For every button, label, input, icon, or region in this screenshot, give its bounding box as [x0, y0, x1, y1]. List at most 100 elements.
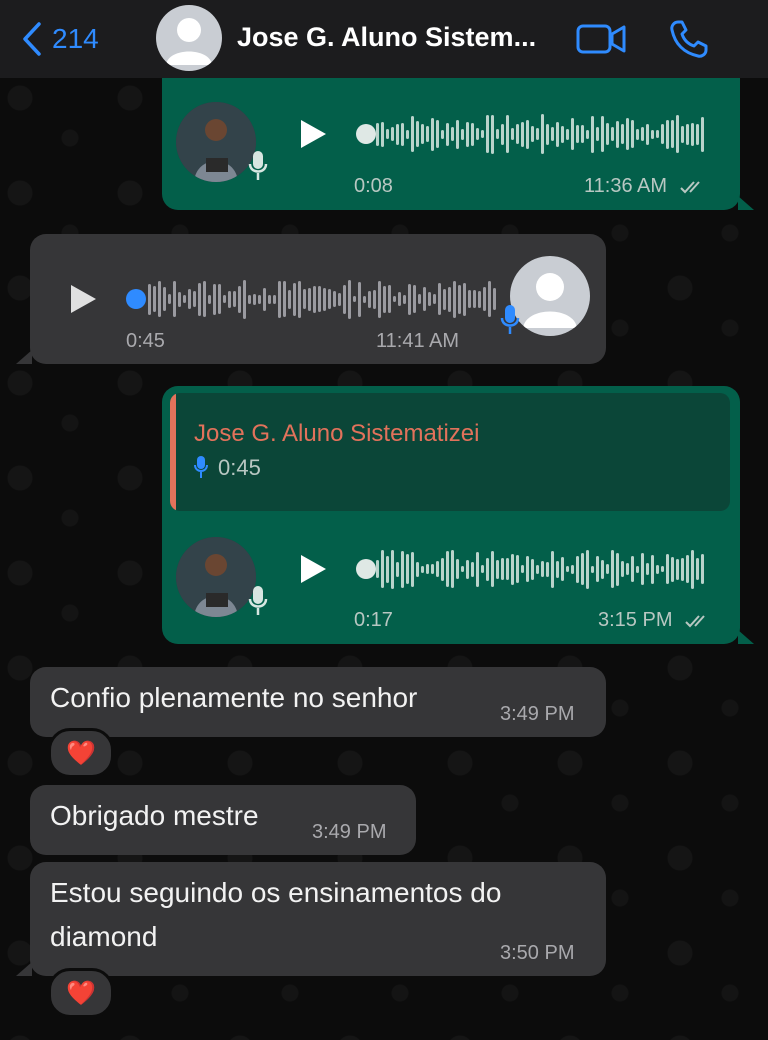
- waveform-bar: [323, 287, 326, 311]
- waveform-bar: [571, 564, 574, 574]
- waveform-bar: [561, 557, 564, 581]
- message-text-line1: Estou seguindo os ensinamentos do: [50, 877, 502, 908]
- mic-icon: [248, 151, 268, 180]
- waveform-bar: [441, 129, 444, 139]
- waveform[interactable]: [376, 112, 704, 156]
- waveform-bar: [491, 551, 494, 587]
- waveform-bar: [456, 119, 459, 149]
- waveform-bar: [403, 294, 406, 304]
- contact-avatar[interactable]: [156, 5, 222, 71]
- bubble-tail: [16, 962, 32, 976]
- waveform-bar: [506, 558, 509, 580]
- waveform-bar: [686, 555, 689, 583]
- voice-duration: 0:08: [354, 175, 393, 197]
- waveform-bar: [173, 281, 176, 317]
- waveform-bar: [666, 119, 669, 149]
- heart-reaction[interactable]: ❤️: [48, 968, 114, 1018]
- waveform-bar: [318, 286, 321, 312]
- playback-scrubber[interactable]: [126, 289, 146, 309]
- waveform-bar: [696, 123, 699, 145]
- waveform-bar: [516, 124, 519, 144]
- waveform-bar: [368, 290, 371, 308]
- waveform-bar: [238, 285, 241, 313]
- waveform-bar: [521, 565, 524, 573]
- waveform-bar: [178, 291, 181, 307]
- waveform-bar: [298, 280, 301, 318]
- waveform-bar: [376, 122, 379, 146]
- waveform-bar: [386, 555, 389, 583]
- message-time: 3:15 PM: [598, 609, 712, 632]
- waveform-bar: [486, 115, 489, 153]
- waveform-bar: [536, 128, 539, 140]
- phone-icon[interactable]: [668, 18, 710, 60]
- waveform-bar: [228, 290, 231, 308]
- waveform[interactable]: [148, 277, 496, 321]
- waveform-bar: [448, 286, 451, 312]
- waveform-bar: [406, 129, 409, 139]
- incoming-voice-message[interactable]: 0:45 11:41 AM: [30, 234, 606, 364]
- default-avatar-icon: [166, 18, 212, 65]
- waveform-bar: [621, 124, 624, 144]
- waveform-bar: [511, 128, 514, 140]
- waveform-bar: [561, 125, 564, 143]
- waveform-bar: [566, 128, 569, 140]
- waveform-bar: [203, 281, 206, 317]
- waveform-bar: [308, 287, 311, 311]
- video-call-icon[interactable]: [576, 20, 628, 58]
- waveform-bar: [531, 126, 534, 142]
- waveform-bar: [208, 294, 211, 304]
- incoming-text-message[interactable]: Estou seguindo os ensinamentos do diamon…: [30, 862, 606, 976]
- waveform-bar: [258, 294, 261, 304]
- playback-scrubber[interactable]: [356, 124, 376, 144]
- quoted-message[interactable]: Jose G. Aluno Sistematizei 0:45: [170, 393, 730, 511]
- outgoing-voice-message[interactable]: 0:08 11:36 AM: [162, 78, 740, 210]
- waveform-bar: [423, 287, 426, 311]
- play-button[interactable]: [68, 283, 98, 315]
- waveform-bar: [506, 115, 509, 153]
- sender-avatar: [510, 256, 590, 336]
- chat-header: 214 Jose G. Aluno Sistem...: [0, 0, 768, 78]
- playback-scrubber[interactable]: [356, 559, 376, 579]
- waveform-bar: [313, 285, 316, 313]
- play-button[interactable]: [298, 118, 328, 150]
- waveform-bar: [656, 130, 659, 138]
- waveform-bar: [541, 561, 544, 577]
- waveform-bar: [488, 281, 491, 317]
- waveform-bar: [676, 558, 679, 580]
- waveform-bar: [338, 292, 341, 306]
- waveform-bar: [496, 129, 499, 139]
- play-button[interactable]: [298, 553, 328, 585]
- waveform-bar: [478, 290, 481, 308]
- heart-reaction[interactable]: ❤️: [48, 728, 114, 778]
- waveform-bar: [466, 559, 469, 579]
- waveform-bar: [493, 288, 496, 310]
- waveform-bar: [293, 282, 296, 316]
- waveform-bar: [438, 283, 441, 315]
- waveform[interactable]: [376, 547, 704, 591]
- waveform-bar: [631, 120, 634, 148]
- waveform-bar: [451, 550, 454, 588]
- waveform-bar: [168, 294, 171, 304]
- waveform-bar: [501, 123, 504, 145]
- waveform-bar: [288, 289, 291, 309]
- incoming-text-message[interactable]: Confio plenamente no senhor 3:49 PM: [30, 667, 606, 737]
- time-text: 11:36 AM: [584, 175, 668, 197]
- contact-name[interactable]: Jose G. Aluno Sistem...: [237, 22, 536, 53]
- waveform-bar: [348, 279, 351, 319]
- incoming-text-message[interactable]: Obrigado mestre 3:49 PM: [30, 785, 416, 855]
- waveform-bar: [646, 123, 649, 145]
- waveform-bar: [536, 564, 539, 574]
- waveform-bar: [511, 553, 514, 585]
- sender-avatar: [176, 537, 256, 617]
- waveform-bar: [551, 550, 554, 588]
- waveform-bar: [396, 123, 399, 145]
- waveform-bar: [198, 282, 201, 316]
- waveform-bar: [596, 556, 599, 582]
- waveform-bar: [283, 281, 286, 317]
- waveform-bar: [243, 279, 246, 319]
- waveform-bar: [358, 281, 361, 317]
- back-button[interactable]: 214: [22, 20, 99, 58]
- waveform-bar: [666, 554, 669, 584]
- waveform-bar: [443, 288, 446, 310]
- waveform-bar: [641, 127, 644, 141]
